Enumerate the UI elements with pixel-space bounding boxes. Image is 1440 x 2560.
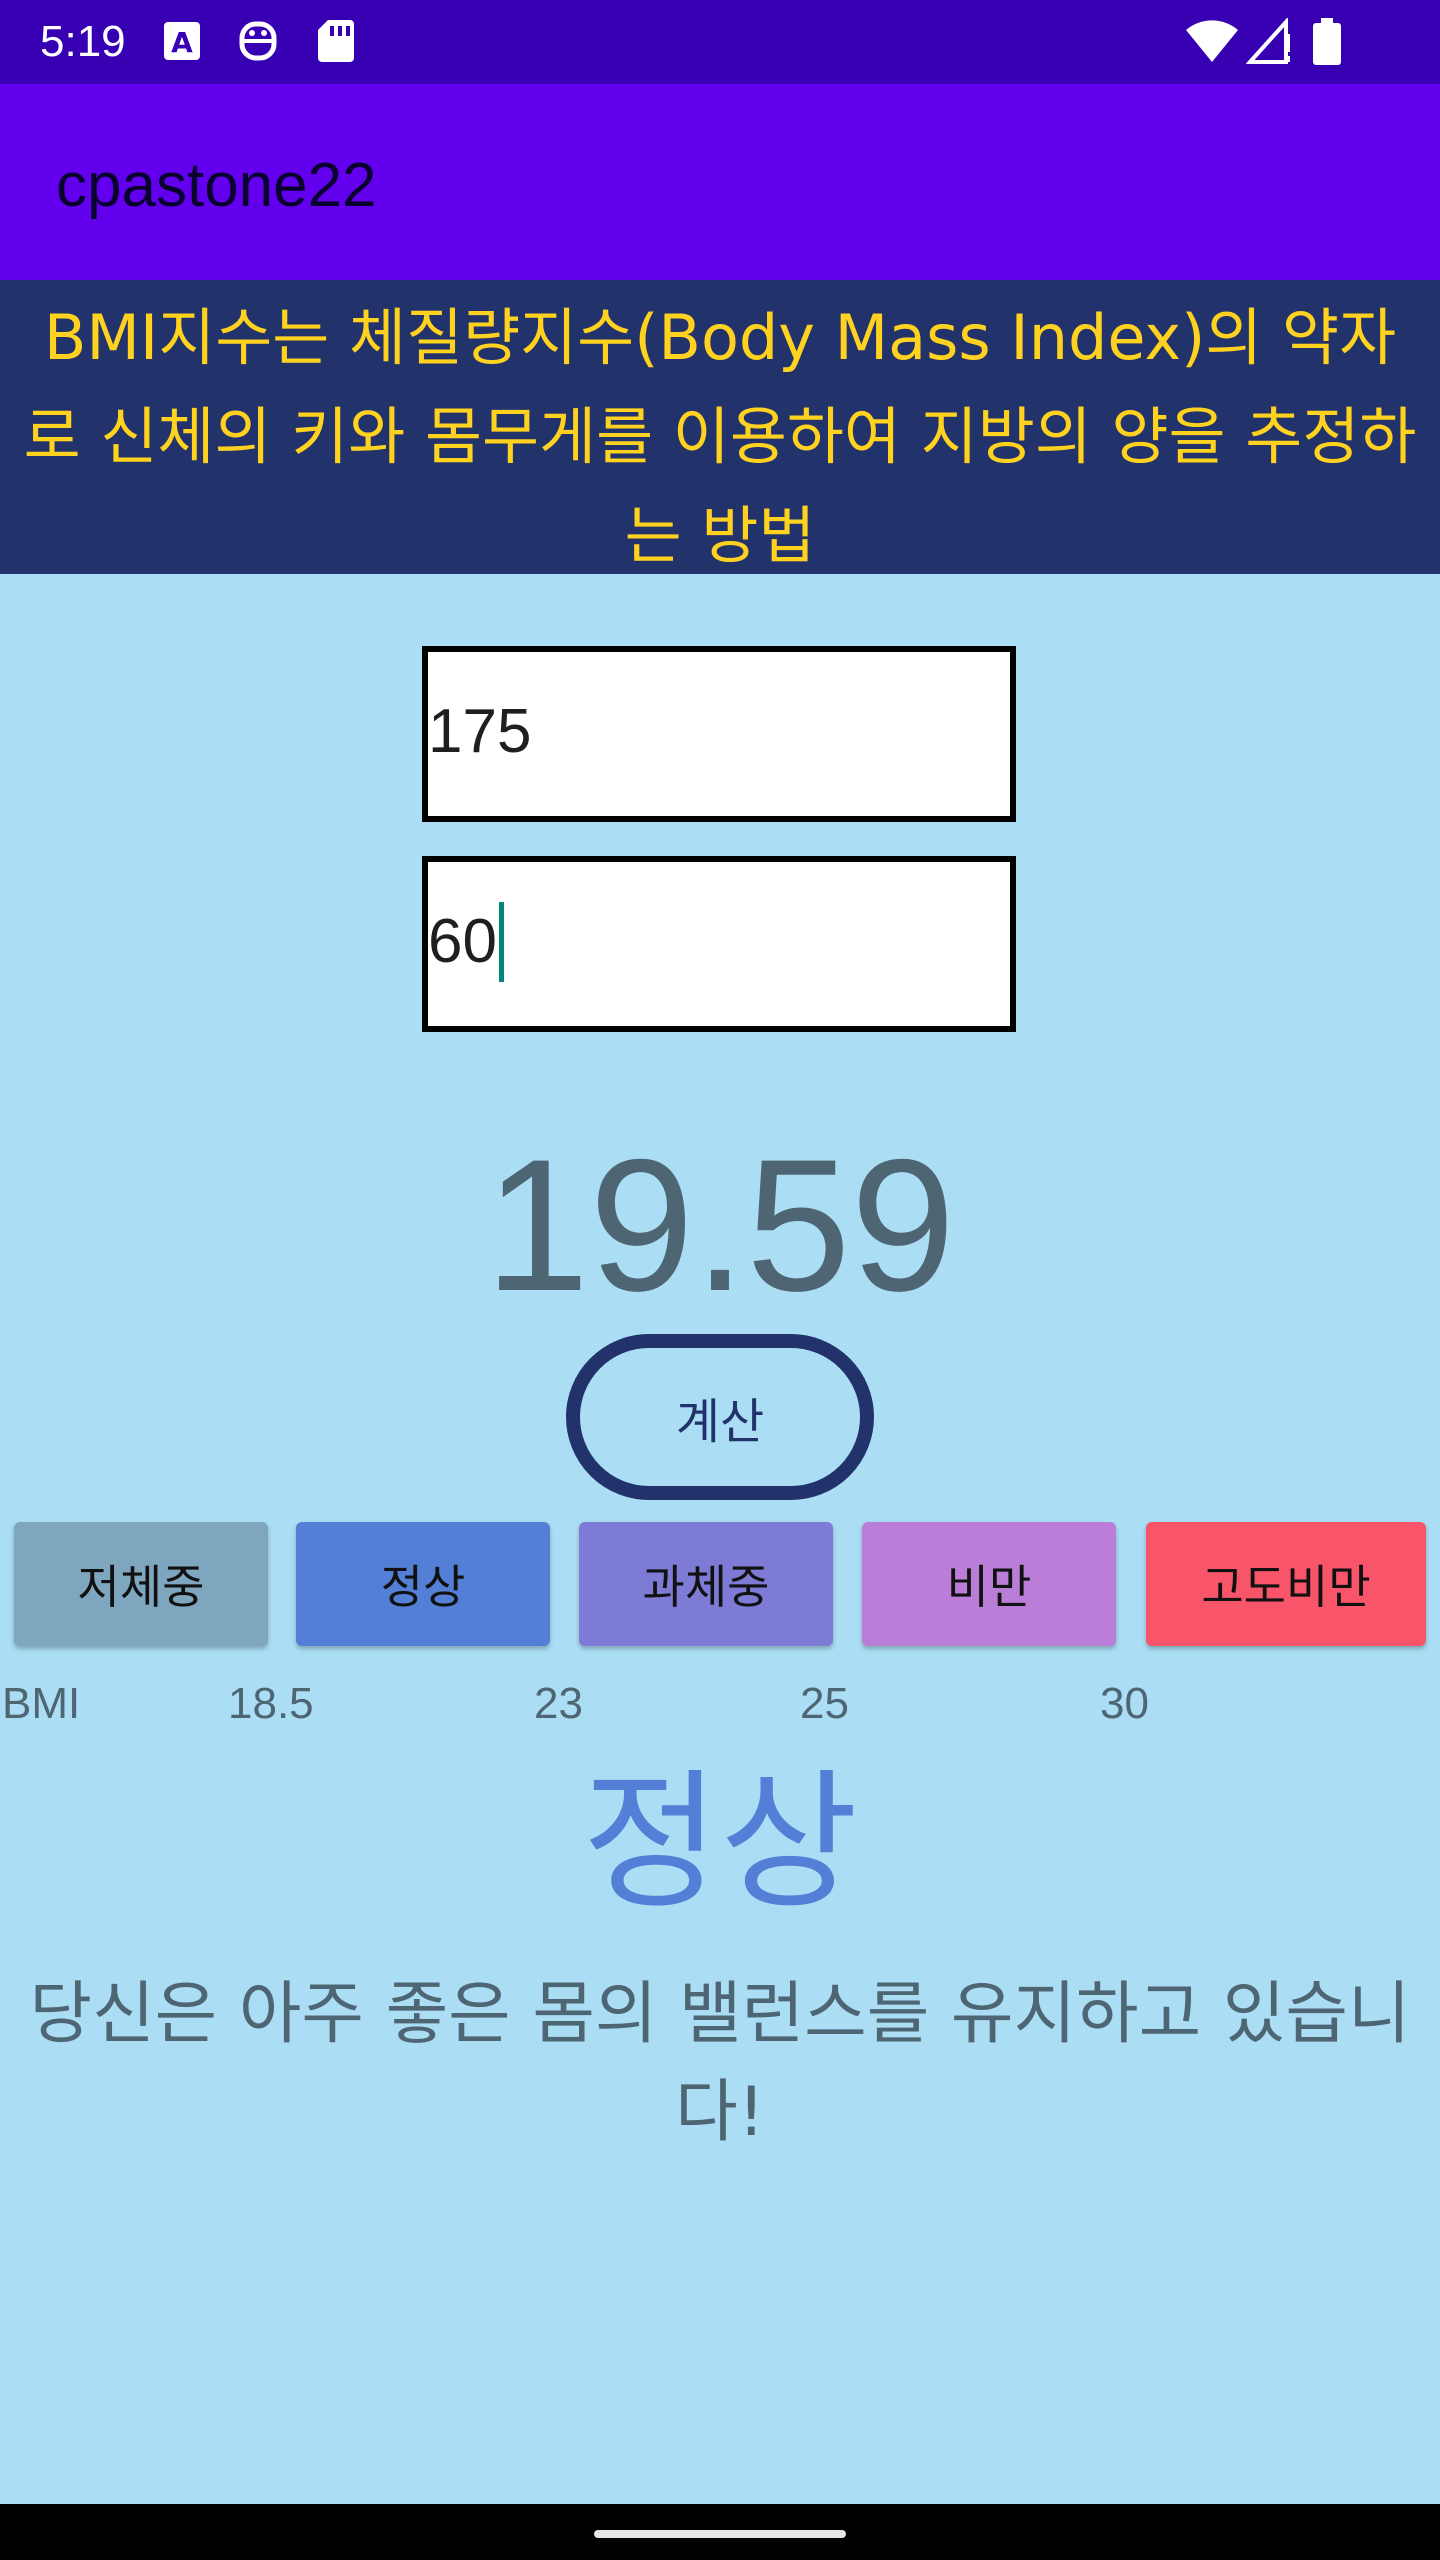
category-overweight-label: 과체중: [642, 1560, 770, 1614]
svg-text:A: A: [171, 26, 193, 59]
calculate-button[interactable]: 계산: [566, 1334, 874, 1500]
scale-label-18-5: 18.5: [228, 1679, 314, 1728]
category-underweight-label: 저체중: [77, 1560, 205, 1614]
height-input-value: 175: [428, 697, 532, 766]
home-handle[interactable]: [594, 2530, 846, 2538]
category-overweight[interactable]: 과체중: [579, 1522, 833, 1646]
category-normal-label: 정상: [380, 1560, 466, 1614]
bmi-info-banner: BMI지수는 체질량지수(Body Mass Index)의 약자로 신체의 키…: [0, 280, 1440, 574]
weight-input[interactable]: 60: [422, 856, 1016, 1032]
result-message: 당신은 아주 좋은 몸의 밸런스를 유지하고 있습니다!: [29, 1975, 1411, 2152]
category-obese[interactable]: 비만: [862, 1522, 1116, 1646]
status-bar: 5:19 A: [0, 0, 1440, 84]
status-time: 5:19: [40, 17, 126, 66]
signal-icon: [1246, 18, 1290, 64]
height-input[interactable]: 175: [422, 646, 1016, 822]
scale-label-25: 25: [800, 1679, 849, 1728]
text-caret: [498, 902, 504, 982]
navigation-bar: [0, 2504, 1440, 2560]
scale-label-23: 23: [534, 1679, 583, 1728]
weight-input-value: 60: [428, 907, 497, 976]
sd-card-icon: [318, 20, 354, 62]
bmi-value: 19.59: [484, 1120, 956, 1330]
category-underweight[interactable]: 저체중: [14, 1522, 268, 1646]
scale-label-bmi: BMI: [2, 1679, 81, 1728]
app-title: cpastone22: [56, 151, 377, 220]
category-severely-obese-label: 고도비만: [1201, 1560, 1371, 1614]
a-keyboard-icon: A: [164, 22, 200, 60]
category-severely-obese[interactable]: 고도비만: [1146, 1522, 1426, 1646]
result-category-label: 정상: [581, 1756, 858, 1930]
scale-label-30: 30: [1100, 1679, 1149, 1728]
battery-icon: [1313, 18, 1341, 65]
calculate-button-label: 계산: [675, 1394, 765, 1450]
category-normal[interactable]: 정상: [296, 1522, 550, 1646]
wifi-icon: [1186, 20, 1238, 62]
robot-icon: [239, 21, 277, 61]
weight-input-value-wrap: 60: [428, 902, 504, 982]
category-obese-label: 비만: [946, 1560, 1032, 1614]
app-bar: cpastone22: [0, 84, 1440, 280]
